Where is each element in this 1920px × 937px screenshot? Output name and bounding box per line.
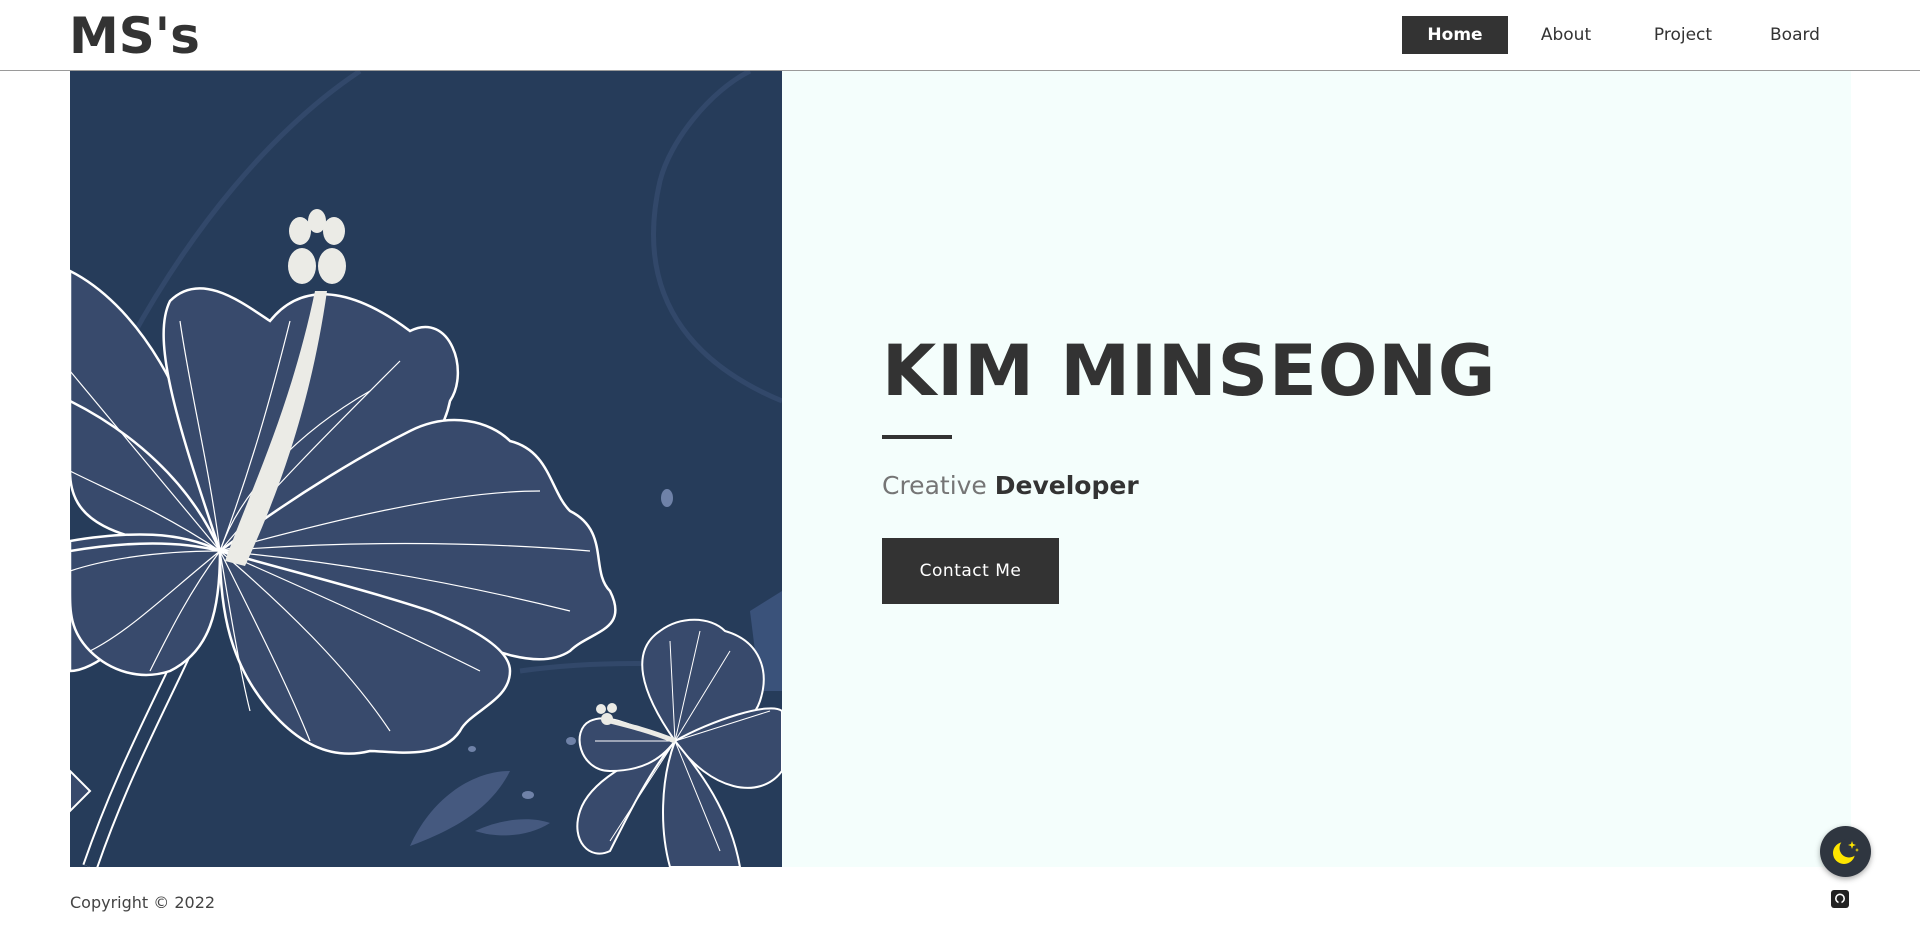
nav-board[interactable]: Board (1740, 16, 1850, 54)
copyright-text: Copyright © 2022 (70, 893, 216, 912)
hero-illustration (70, 71, 782, 867)
hero-subtitle: Creative Developer (882, 469, 1139, 503)
site-logo[interactable]: MS's (69, 6, 200, 66)
hero-content: KIM MINSEONG Creative Developer Contact … (782, 71, 1851, 867)
theme-toggle-button[interactable] (1820, 826, 1871, 877)
nav-about[interactable]: About (1511, 16, 1621, 54)
hibiscus-illustration (70, 71, 782, 867)
subtitle-strong: Developer (994, 471, 1139, 500)
name-divider (882, 435, 952, 439)
contact-me-button[interactable]: Contact Me (882, 538, 1059, 604)
moon-stars-icon (1833, 838, 1859, 864)
nav-home[interactable]: Home (1402, 16, 1508, 54)
github-icon[interactable] (1831, 890, 1849, 908)
site-header: MS's Home About Project Board (0, 0, 1920, 71)
subtitle-light: Creative (882, 471, 987, 500)
nav-project[interactable]: Project (1624, 16, 1742, 54)
hero-name: KIM MINSEONG (882, 330, 1497, 412)
